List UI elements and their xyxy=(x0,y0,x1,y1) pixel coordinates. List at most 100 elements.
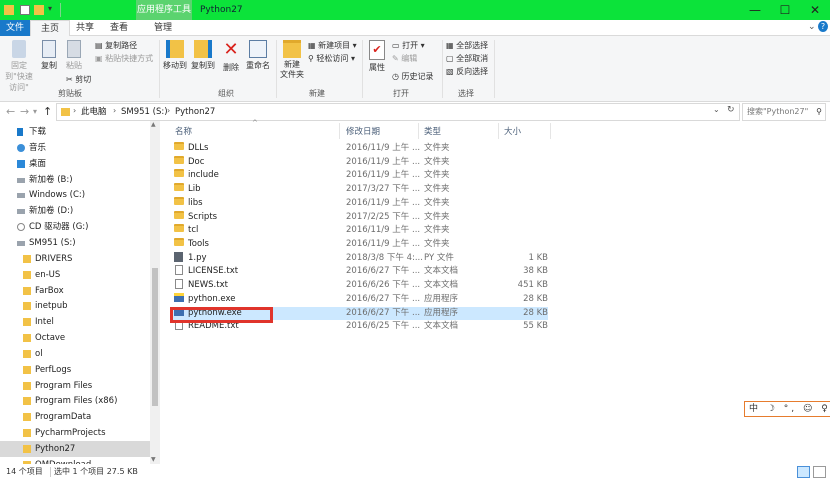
copy-to-button[interactable]: 复制到 xyxy=(190,40,216,71)
tab-view[interactable]: 查看 xyxy=(100,20,138,36)
paste-shortcut-button[interactable]: ▣ 粘贴快捷方式 xyxy=(95,53,153,64)
select-none-button[interactable]: ▢ 全部取消 xyxy=(446,53,488,64)
address-bar[interactable]: › 此电脑 › SM951 (S:) › Python27 ⌄ ↻ xyxy=(56,103,740,121)
file-row[interactable]: Doc 2016/11/9 上午 ... 文件夹 xyxy=(170,155,548,170)
nav-item[interactable]: SM951 (S:) xyxy=(0,235,150,251)
forward-arrow-icon[interactable]: → xyxy=(20,103,29,121)
nav-item[interactable]: FarBox xyxy=(0,283,150,299)
file-date: 2016/11/9 上午 ... xyxy=(346,156,421,167)
file-row[interactable]: DLLs 2016/11/9 上午 ... 文件夹 xyxy=(170,142,548,156)
back-arrow-icon[interactable]: ← xyxy=(6,103,15,121)
maximize-button[interactable]: ☐ xyxy=(770,0,800,20)
edit-button[interactable]: ✎ 编辑 xyxy=(392,53,417,64)
properties-quick-icon[interactable] xyxy=(20,5,30,15)
nav-item[interactable]: Python27 xyxy=(0,441,150,457)
chevron-down-icon[interactable]: ▾ xyxy=(48,4,52,13)
column-header-date[interactable]: 修改日期 xyxy=(346,125,380,139)
chevron-down-icon[interactable]: ▾ xyxy=(33,103,37,121)
move-to-button[interactable]: 移动到 xyxy=(162,40,188,71)
nav-item[interactable]: Program Files xyxy=(0,378,150,394)
ime-toolbar[interactable]: 中 ☽ °, ☺ ♀ ✎ xyxy=(744,401,830,417)
tab-file[interactable]: 文件 xyxy=(0,20,30,36)
history-button[interactable]: ◷ 历史记录 xyxy=(392,71,434,82)
folder-icon xyxy=(174,142,184,150)
delete-button[interactable]: ✕ 删除 xyxy=(220,40,242,73)
file-name: tcl xyxy=(188,225,199,236)
file-row[interactable]: tcl 2016/11/9 上午 ... 文件夹 xyxy=(170,224,548,238)
nav-item[interactable]: Windows (C:) xyxy=(0,187,150,203)
help-icon[interactable]: ? xyxy=(818,21,828,32)
details-view-icon[interactable] xyxy=(797,466,810,478)
nav-scrollbar-thumb[interactable] xyxy=(152,268,158,406)
scroll-down-icon[interactable]: ▼ xyxy=(151,456,156,463)
breadcrumb-item[interactable]: Python27 xyxy=(175,105,215,119)
file-row[interactable]: libs 2016/11/9 上午 ... 文件夹 xyxy=(170,196,548,211)
nav-item-label: FarBox xyxy=(35,285,64,296)
file-row[interactable]: 1.py 2018/3/8 下午 4:... PY 文件 1 KB xyxy=(170,251,548,266)
column-divider[interactable] xyxy=(498,123,499,139)
nav-item[interactable]: PycharmProjects xyxy=(0,425,150,441)
nav-item[interactable]: 新加卷 (B:) xyxy=(0,172,150,188)
tab-home[interactable]: 主页 xyxy=(30,20,71,36)
nav-item[interactable]: Intel xyxy=(0,314,150,330)
nav-item[interactable]: ol xyxy=(0,346,150,362)
breadcrumb-item[interactable]: 此电脑 xyxy=(81,105,107,119)
nav-item[interactable]: Octave xyxy=(0,330,150,346)
file-row[interactable]: Lib 2017/3/27 下午 ... 文件夹 xyxy=(170,183,548,197)
copy-path-button[interactable]: ▤ 复制路径 xyxy=(95,40,137,51)
copy-button[interactable]: 复制 xyxy=(38,40,60,71)
refresh-icon[interactable]: ↻ xyxy=(727,105,735,115)
file-date: 2016/11/9 上午 ... xyxy=(346,197,421,208)
file-row[interactable]: python.exe 2016/6/27 下午 ... 应用程序 28 KB xyxy=(170,292,548,307)
nav-item[interactable]: 音乐 xyxy=(0,140,150,156)
easy-access-button[interactable]: ⚲ 轻松访问 ▾ xyxy=(308,53,355,64)
up-arrow-icon[interactable]: ↑ xyxy=(43,103,52,121)
new-folder-quick-icon[interactable] xyxy=(34,5,44,15)
nav-item[interactable]: QMDownload xyxy=(0,457,150,464)
column-divider[interactable] xyxy=(550,123,551,139)
nav-item[interactable]: 下载 xyxy=(0,124,150,140)
column-header-size[interactable]: 大小 xyxy=(504,125,521,139)
pin-quick-access-button[interactable]: 固定到"快速访问" xyxy=(2,40,36,93)
minimize-button[interactable]: — xyxy=(740,0,770,20)
search-input[interactable]: 搜索"Python27" ⚲ xyxy=(742,103,826,121)
group-label-new: 新建 xyxy=(309,89,325,98)
nav-item[interactable]: ProgramData xyxy=(0,409,150,425)
nav-item[interactable]: 桌面 xyxy=(0,156,150,172)
new-item-button[interactable]: ▦ 新建项目 ▾ xyxy=(308,40,357,51)
nav-item[interactable]: Program Files (x86) xyxy=(0,393,150,409)
file-row[interactable]: NEWS.txt 2016/6/26 下午 ... 文本文档 451 KB xyxy=(170,279,548,293)
column-divider[interactable] xyxy=(418,123,419,139)
nav-item[interactable]: CD 驱动器 (G:) xyxy=(0,219,150,235)
cut-button[interactable]: ✂ 剪切 xyxy=(66,74,91,85)
rename-button[interactable]: 重命名 xyxy=(244,40,272,71)
file-row[interactable]: include 2016/11/9 上午 ... 文件夹 xyxy=(170,169,548,183)
nav-item[interactable]: PerfLogs xyxy=(0,362,150,378)
scroll-up-icon[interactable]: ▲ xyxy=(151,121,156,128)
paste-button[interactable]: 粘贴 xyxy=(62,40,86,71)
breadcrumb-item[interactable]: SM951 (S:) xyxy=(121,105,168,119)
file-size: 451 KB xyxy=(517,280,548,291)
column-header-name[interactable]: 名称 xyxy=(175,125,192,139)
properties-button[interactable]: ✔ 属性 xyxy=(366,40,388,73)
column-header-type[interactable]: 类型 xyxy=(424,125,441,139)
large-icons-view-icon[interactable] xyxy=(813,466,826,478)
nav-item[interactable]: 新加卷 (D:) xyxy=(0,203,150,219)
file-row[interactable]: LICENSE.txt 2016/6/27 下午 ... 文本文档 38 KB xyxy=(170,265,548,279)
file-row[interactable]: Scripts 2017/2/25 下午 ... 文件夹 xyxy=(170,210,548,225)
new-folder-button[interactable]: 新建 文件夹 xyxy=(278,40,306,80)
column-divider[interactable] xyxy=(339,123,340,139)
tab-manage[interactable]: 管理 xyxy=(144,20,182,36)
nav-item[interactable]: DRIVERS xyxy=(0,251,150,267)
nav-item[interactable]: en-US xyxy=(0,267,150,283)
select-all-button[interactable]: ▦ 全部选择 xyxy=(446,40,488,51)
chevron-down-icon[interactable]: ⌄ xyxy=(808,22,816,32)
open-button[interactable]: ▭ 打开 ▾ xyxy=(392,40,425,51)
divider xyxy=(362,40,363,98)
file-row[interactable]: Tools 2016/11/9 上午 ... 文件夹 xyxy=(170,238,548,252)
nav-item[interactable]: inetpub xyxy=(0,298,150,314)
chevron-down-icon[interactable]: ⌄ xyxy=(713,105,720,114)
close-button[interactable]: ✕ xyxy=(800,0,830,20)
invert-selection-button[interactable]: ▧ 反向选择 xyxy=(446,66,488,77)
tab-share[interactable]: 共享 xyxy=(66,20,104,36)
